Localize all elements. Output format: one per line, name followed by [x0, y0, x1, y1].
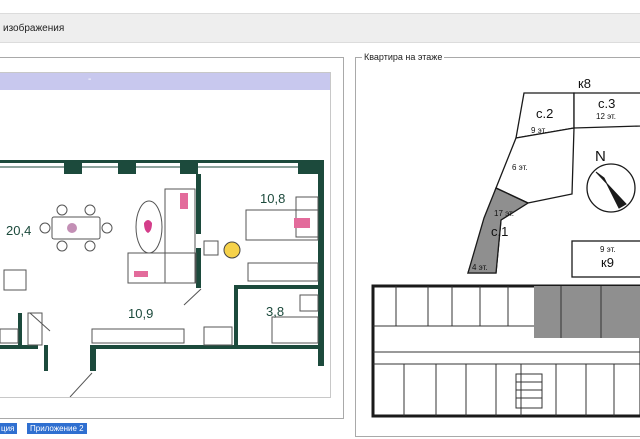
section-label-k9: к9	[601, 255, 614, 270]
room-area-bath: 3,8	[266, 304, 284, 319]
section-floors-c2: 9 эт.	[531, 126, 547, 135]
room-area-bedroom: 10,8	[260, 191, 285, 206]
section-floors-c1: 17 эт.	[494, 209, 514, 218]
apartment-plan-panel: - 20,4 10,8 10,9 3,8	[0, 57, 344, 419]
attachment-button-1[interactable]: ция	[0, 423, 18, 434]
section-floors-c3: 12 эт.	[596, 112, 616, 121]
floor-plan-drawing: 20,4 10,8 10,9 3,8	[0, 160, 324, 397]
page-title: изображения	[3, 23, 65, 34]
compass-icon	[586, 163, 636, 213]
section-floors-4: 4 эт.	[472, 263, 488, 272]
compass-north-label: N	[595, 148, 606, 165]
floor-layout	[371, 284, 640, 418]
top-bar: изображения	[0, 13, 640, 43]
section-label-c2: с.2	[536, 106, 553, 121]
section-floors-6: 6 эт.	[512, 163, 528, 172]
room-area-hall: 10,9	[128, 306, 153, 321]
room-area-living: 20,4	[6, 223, 31, 238]
section-label-k8: к8	[578, 76, 591, 91]
floor-panel-legend: Квартира на этаже	[362, 52, 445, 62]
apartment-plan-image: - 20,4 10,8 10,9 3,8	[0, 72, 331, 398]
section-floors-k9: 9 эт.	[600, 245, 616, 254]
floor-location-panel: N к8 с.2 9 эт. с.3 12 эт. 6 эт. 17 эт. с…	[355, 57, 640, 437]
section-label-c3: с.3	[598, 96, 615, 111]
site-plan-drawing: N к8 с.2 9 эт. с.3 12 эт. 6 эт. 17 эт. с…	[371, 76, 640, 418]
section-label-c1: с.1	[491, 224, 508, 239]
attachment-button-2[interactable]: Приложение 2	[27, 423, 87, 434]
